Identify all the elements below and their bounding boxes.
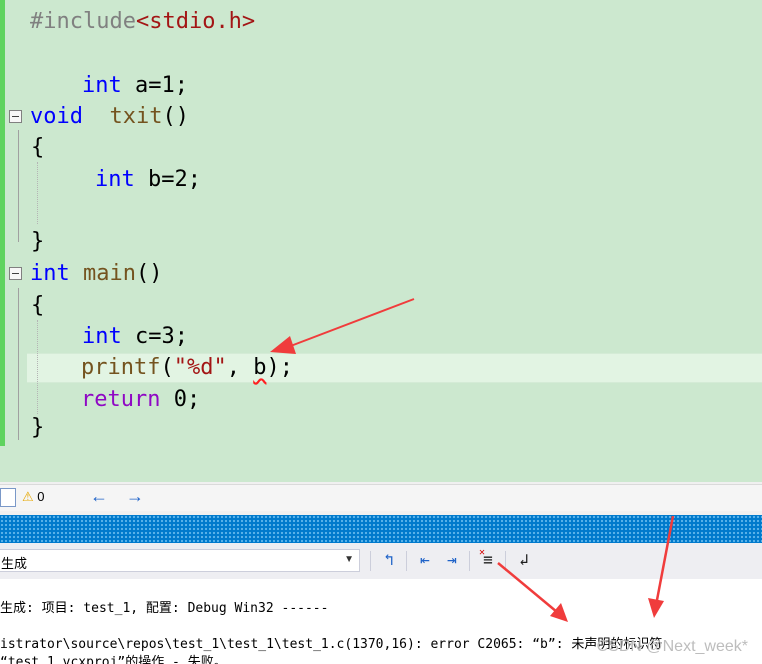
zoom-box[interactable] bbox=[0, 488, 16, 507]
code-line-printf: printf("%d", b); bbox=[81, 355, 293, 380]
code-line-decl-c: int c=3; bbox=[82, 324, 188, 349]
toolbar-separator bbox=[505, 551, 506, 571]
code-line-return: return 0; bbox=[81, 387, 201, 412]
warning-indicator[interactable]: ⚠ 0 bbox=[22, 489, 45, 505]
code-editor[interactable]: #include<stdio.h> int a=1; void txit() {… bbox=[0, 0, 762, 482]
output-toolbar: 生成 ▼ ↰ ⇤ ⇥ ✕ ≡ ↲ bbox=[0, 543, 762, 579]
toolbar-separator bbox=[469, 551, 470, 571]
warning-icon: ⚠ bbox=[22, 489, 34, 504]
code-line-brace: { bbox=[31, 293, 45, 318]
arrow-right-icon[interactable]: → bbox=[126, 486, 144, 507]
warning-count: 0 bbox=[37, 489, 45, 504]
output-line: 生成: 项目: test_1, 配置: Debug Win32 ------ bbox=[0, 601, 329, 616]
output-line-error: istrator\source\repos\test_1\test_1\test… bbox=[0, 637, 663, 652]
code-line-brace: } bbox=[31, 229, 45, 254]
chevron-down-icon: ▼ bbox=[344, 554, 354, 565]
collapse-toggle-main[interactable] bbox=[9, 267, 22, 280]
code-line-local-b: int b=2; bbox=[95, 167, 201, 192]
code-line-txit-signature: void txit() bbox=[30, 104, 189, 129]
outline-line bbox=[18, 130, 19, 242]
editor-status-bar: ⚠ 0 ← → bbox=[0, 484, 762, 511]
output-source-value: 生成 bbox=[1, 556, 28, 571]
previous-message-icon[interactable]: ⇤ bbox=[414, 548, 436, 572]
toolbar-separator bbox=[370, 551, 371, 571]
code-line-global-a: int a=1; bbox=[82, 73, 188, 98]
next-message-icon[interactable]: ⇥ bbox=[441, 548, 463, 572]
word-wrap-icon[interactable]: ↲ bbox=[513, 548, 535, 572]
code-line-brace: } bbox=[31, 415, 45, 440]
change-tracking-bar bbox=[0, 0, 5, 446]
outline-line bbox=[18, 288, 19, 440]
clear-all-icon[interactable]: ✕ ≡ bbox=[477, 547, 499, 572]
output-text-area[interactable]: 生成: 项目: test_1, 配置: Debug Win32 ------ i… bbox=[0, 579, 762, 664]
arrow-left-icon[interactable]: ← bbox=[90, 486, 108, 507]
go-to-location-icon[interactable]: ↰ bbox=[378, 548, 400, 572]
output-source-dropdown[interactable]: 生成 ▼ bbox=[0, 549, 360, 572]
indent-guide bbox=[37, 162, 38, 224]
code-line-main-signature: int main() bbox=[30, 261, 163, 286]
error-squiggle-b: b bbox=[253, 355, 267, 380]
output-panel-header[interactable] bbox=[0, 515, 762, 543]
code-line-brace: { bbox=[31, 135, 45, 160]
output-line: “test_1.vcxproj”的操作 - 失败。 bbox=[0, 655, 227, 664]
collapse-toggle-txit[interactable] bbox=[9, 110, 22, 123]
indent-guide bbox=[37, 320, 38, 414]
toolbar-separator bbox=[406, 551, 407, 571]
watermark: CSDN @Next_week* bbox=[596, 638, 748, 655]
code-line-include: #include<stdio.h> bbox=[30, 9, 256, 34]
